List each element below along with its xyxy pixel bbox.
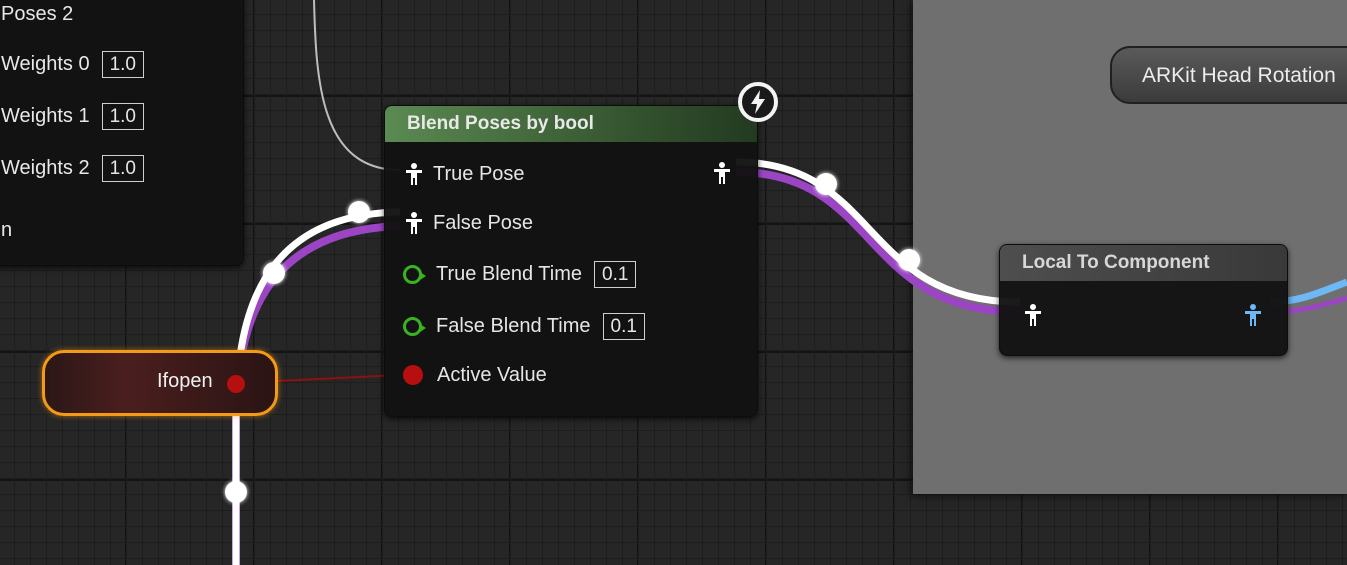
node-title: Blend Poses by bool [385,106,757,142]
pin-label: Active Value [437,363,547,386]
bool-output-pin-icon[interactable] [227,375,245,393]
wire-knot[interactable] [348,201,370,223]
pin-label: False Blend Time [436,314,591,337]
blend-multi-node[interactable]: Poses 2 Weights 0 1.0 Weights 1 1.0 Weig… [0,0,244,266]
pin-label: n [1,219,13,241]
poses-2-row[interactable]: Poses 2 [1,3,73,26]
output-pose-icon[interactable] [711,161,733,185]
pin-label: Weights 0 [1,53,90,75]
pose-icon [406,163,422,185]
pin-label: Poses 2 [1,3,74,25]
pin-label: False Pose [433,211,534,234]
wire-knot[interactable] [898,249,920,271]
local-to-component-node[interactable]: Local To Component [999,244,1288,356]
false-blend-time-input[interactable]: 0.1 [602,312,645,340]
active-value-pin[interactable]: Active Value [403,360,547,390]
pose-icon [406,212,422,234]
weights-0-row[interactable]: Weights 0 1.0 [1,51,144,78]
blend-output-wire [735,158,1021,306]
weight-1-input[interactable]: 1.0 [101,103,144,130]
lightning-icon [738,82,778,122]
weights-1-row[interactable]: Weights 1 1.0 [1,103,144,130]
arkit-head-rotation-node[interactable]: ARKit Head Rotation [1110,46,1347,104]
weights-2-row[interactable]: Weights 2 1.0 [1,155,144,182]
true-blend-time-input[interactable]: 0.1 [594,260,637,288]
false-pose-pin[interactable]: False Pose [403,208,533,238]
pin-label: True Pose [433,162,525,185]
float-pin-icon [403,264,426,284]
wire-knot[interactable] [225,481,247,503]
node-title: ARKit Head Rotation [1142,64,1336,87]
node-title: Local To Component [1000,245,1287,281]
cut-off-row[interactable]: n [1,219,12,242]
wire-knot[interactable] [815,173,837,195]
wire-knot[interactable] [263,262,285,284]
variable-label: Ifopen [157,370,213,392]
true-pose-pin[interactable]: True Pose [403,159,525,189]
pin-label: Weights 2 [1,157,90,179]
float-pin-icon [403,316,426,336]
bool-pin-icon [403,365,423,385]
false-blend-time-pin[interactable]: False Blend Time 0.1 [403,311,645,341]
pin-label: Weights 1 [1,105,90,127]
weight-2-input[interactable]: 1.0 [101,155,144,182]
true-blend-time-pin[interactable]: True Blend Time 0.1 [403,259,637,289]
input-pose-icon[interactable] [1022,303,1044,327]
output-component-pose-icon[interactable] [1242,303,1264,327]
pin-label: True Blend Time [436,262,582,285]
ifopen-variable-node[interactable]: Ifopen [42,350,278,416]
weight-0-input[interactable]: 1.0 [101,51,144,78]
blend-poses-by-bool-node[interactable]: Blend Poses by bool True Pose False Pose… [384,105,758,417]
